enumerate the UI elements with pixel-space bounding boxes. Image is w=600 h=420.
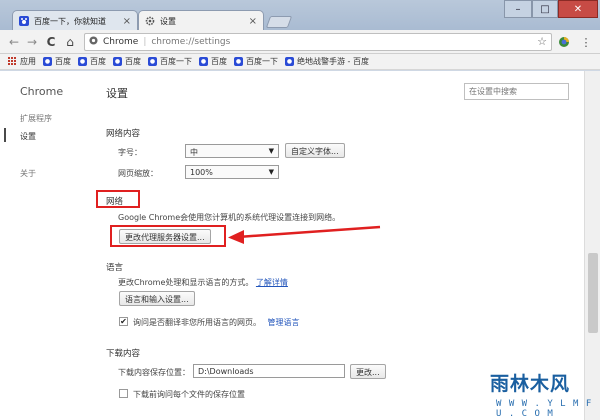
paw-icon [19,16,29,26]
font-size-select[interactable]: 中 ▼ [185,144,279,158]
dropdown-arrow-icon: ▼ [268,147,274,155]
close-icon[interactable]: × [249,16,257,27]
bookmark-item[interactable]: ● 绝地战警手游 - 百度 [285,56,369,67]
bookmark-label: 绝地战警手游 - 百度 [297,57,369,66]
close-icon[interactable]: × [123,16,131,27]
new-tab-button[interactable] [265,16,293,28]
bookmark-item[interactable]: ● 百度一下 [148,56,192,67]
change-download-location-button[interactable]: 更改... [350,364,386,379]
dropdown-arrow-icon: ▼ [268,168,274,176]
language-description: 更改Chrome处理和显示语言的方式。 了解详情 [118,277,288,288]
page-title: 设置 [106,87,128,100]
section-title-language: 语言 [106,263,124,273]
language-description-text: 更改Chrome处理和显示语言的方式。 [118,278,254,287]
watermark-url: W W W . Y L M F U . C O M [496,399,593,419]
bookmark-item[interactable]: ● 百度一下 [234,56,278,67]
custom-fonts-button[interactable]: 自定义字体... [285,143,345,158]
bookmark-label: 百度一下 [246,57,278,66]
chrome-page-icon [89,36,98,48]
ask-save-location-checkbox[interactable] [119,389,128,398]
translate-checkbox-label: 询问是否翻译非您所用语言的网页。 管理语言 [133,317,300,328]
paw-icon: ● [78,57,87,66]
sidebar-item-settings[interactable]: 设置 [20,131,36,142]
sidebar: Chrome 扩展程序 设置 关于 [0,71,92,420]
red-arrow-annotation [228,225,381,244]
home-icon[interactable]: ⌂ [62,34,78,50]
tab-title: 设置 [160,16,176,26]
download-location-field[interactable]: D:\Downloads [193,364,345,378]
bookmarks-bar: 应用 ● 百度 ● 百度 ● 百度 ● 百度一下 ● 百度 ● 百度一下 ● 绝地战警手游 -… [0,54,600,70]
reload-icon[interactable]: C [43,34,59,50]
gear-icon [145,16,155,26]
change-proxy-button[interactable]: 更改代理服务器设置... [119,229,211,244]
tab-strip: 百度一下，你就知道 × 设置 × – □ ✕ [0,0,600,31]
section-title-web-content: 网络内容 [106,129,141,139]
paw-icon: ● [199,57,208,66]
bookmark-label: 百度 [90,57,106,66]
menu-icon[interactable]: ⋮ [578,34,594,50]
sidebar-item-about[interactable]: 关于 [20,168,36,179]
translate-checkbox[interactable]: ✔ [119,317,128,326]
bookmark-label: 百度 [211,57,227,66]
font-size-label: 字号： [118,148,142,157]
translate-label-text: 询问是否翻译非您所用语言的网页。 [133,318,261,327]
site-label: Chrome [103,37,139,47]
close-window-button[interactable]: ✕ [558,0,598,18]
minimize-button[interactable]: – [504,0,532,18]
tab-title: 百度一下，你就知道 [34,16,106,26]
forward-arrow-icon[interactable]: → [24,34,40,50]
paw-icon: ● [113,57,122,66]
watermark-logo: 雨林木风 W W W . Y L M F U . C O M [490,357,598,419]
section-title-network: 网络 [106,197,124,207]
extension-icon[interactable] [556,34,572,50]
bookmark-item[interactable]: ● 百度 [78,56,106,67]
settings-search-input[interactable] [464,83,569,100]
font-size-value: 中 [190,148,198,157]
zoom-select[interactable]: 100% ▼ [185,165,279,179]
bookmark-label: 百度 [125,57,141,66]
tab-settings[interactable]: 设置 × [138,10,264,31]
bookmark-label: 应用 [20,57,36,66]
sidebar-item-extensions[interactable]: 扩展程序 [20,113,52,124]
section-title-downloads: 下载内容 [106,349,141,359]
url-text: chrome://settings [151,37,231,47]
ask-save-location-label: 下载前询问每个文件的保存位置 [133,390,245,399]
address-bar[interactable]: Chrome | chrome://settings ☆ [84,33,552,51]
scrollbar-thumb[interactable] [588,253,598,333]
manage-languages-link[interactable]: 管理语言 [268,318,300,327]
paw-icon: ● [43,57,52,66]
paw-icon: ● [234,57,243,66]
bookmark-item[interactable]: ● 百度 [113,56,141,67]
watermark-text: 雨林木风 [490,373,571,395]
bookmark-item[interactable]: ● 百度 [43,56,71,67]
toolbar: ← → C ⌂ Chrome | chrome://settings ☆ ⋮ [0,30,600,54]
bookmark-apps[interactable]: 应用 [8,56,36,67]
zoom-value: 100% [190,168,213,177]
back-arrow-icon[interactable]: ← [6,34,22,50]
download-location-label: 下载内容保存位置： [118,368,190,377]
paw-icon: ● [148,57,157,66]
paw-icon: ● [285,57,294,66]
bookmark-label: 百度 [55,57,71,66]
sidebar-title: Chrome [20,85,64,98]
bookmark-star-icon[interactable]: ☆ [537,35,547,48]
tab-baidu[interactable]: 百度一下，你就知道 × [12,10,138,31]
bookmark-item[interactable]: ● 百度 [199,56,227,67]
apps-icon [8,57,17,66]
learn-more-link[interactable]: 了解详情 [256,278,288,287]
language-input-settings-button[interactable]: 语言和输入设置... [119,291,195,306]
active-indicator [4,128,6,142]
bookmark-label: 百度一下 [160,57,192,66]
maximize-button[interactable]: □ [532,0,558,18]
zoom-label: 网页缩放： [118,169,158,178]
